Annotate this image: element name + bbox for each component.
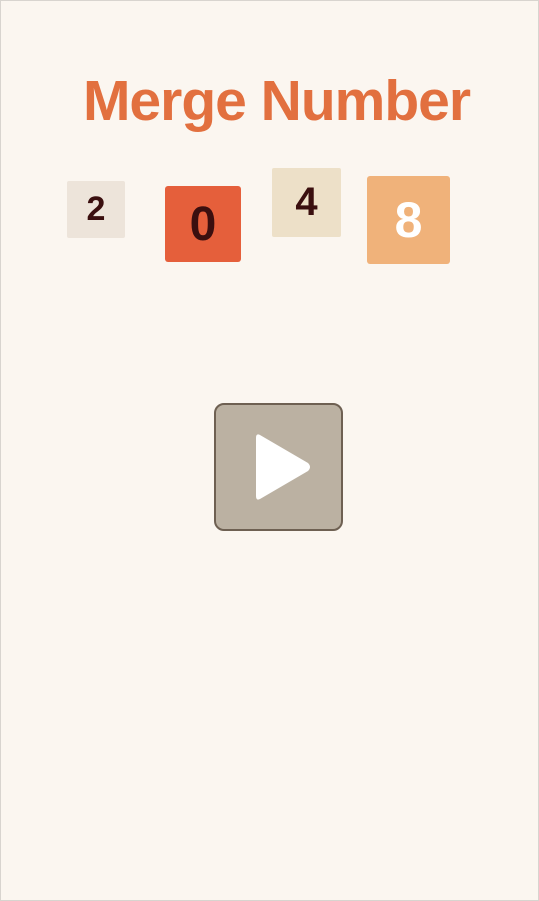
logo-tile-0: 0 bbox=[165, 186, 241, 262]
logo-tile-2: 2 bbox=[67, 181, 125, 238]
play-icon bbox=[255, 434, 310, 500]
play-button[interactable] bbox=[214, 403, 343, 531]
logo-tile-4: 4 bbox=[272, 168, 341, 237]
logo-tile-8: 8 bbox=[367, 176, 450, 264]
game-title: Merge Number bbox=[82, 69, 471, 133]
